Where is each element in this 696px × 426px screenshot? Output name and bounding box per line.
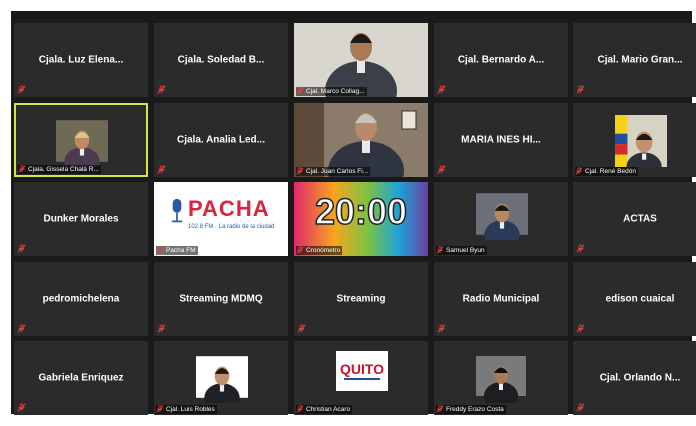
participant-name: Cjal. Juan Carlos Fi... <box>306 168 369 175</box>
muted-mic-icon <box>297 324 306 333</box>
muted-mic-icon <box>157 85 166 94</box>
participant-tile[interactable]: Radio Municipal <box>434 262 568 336</box>
webcam-video <box>294 23 428 97</box>
participant-tile[interactable]: Freddy Erazo Costa <box>434 341 568 415</box>
participant-name-label: Christian Acaro <box>296 405 353 414</box>
muted-mic-icon <box>437 85 446 94</box>
countdown-timer: 20:00 <box>314 190 408 233</box>
participant-tile[interactable]: Streaming <box>294 262 428 336</box>
muted-mic-icon <box>156 405 164 413</box>
muted-mic-icon <box>296 167 304 175</box>
webcam-video <box>294 103 428 177</box>
muted-mic-icon <box>17 324 26 333</box>
pacha-fm-logo: PACHA 102.8 FM · La radio de la ciudad <box>154 182 288 256</box>
participant-tile[interactable]: Cjala. Gissela Chalá R... <box>14 103 148 177</box>
muted-mic-icon <box>436 405 444 413</box>
pacha-brand: PACHA <box>188 196 270 221</box>
participant-tile[interactable]: Cjal. Luis Robles <box>154 341 288 415</box>
gallery-grid: Cjala. Luz Elena... Cjala. Soledad B... Cj… <box>11 11 696 415</box>
muted-mic-icon <box>18 165 26 173</box>
participant-name: Samuel Byun <box>446 247 485 254</box>
participant-photo <box>196 356 248 413</box>
participant-name-label: Freddy Erazo Costa <box>436 405 506 414</box>
quito-logo: QUITO <box>336 351 388 391</box>
participant-tile[interactable]: Gabriela Enriquez <box>14 341 148 415</box>
participant-name: Cjal. René Bedón <box>585 168 636 175</box>
participant-name: Christian Acaro <box>306 406 351 413</box>
participant-name-label: Cjal. René Bedón <box>575 167 638 176</box>
participant-name: Cjala. Soledad B... <box>177 54 265 66</box>
participant-name: Pacha FM <box>166 247 196 254</box>
participant-tile[interactable]: Cjala. Luz Elena... <box>14 23 148 97</box>
participant-name-label: Samuel Byun <box>436 246 487 255</box>
participant-name: Gabriela Enriquez <box>38 372 124 384</box>
participant-name: Cjal. Bernardo A... <box>457 54 545 66</box>
muted-mic-icon <box>17 85 26 94</box>
participant-name: Cjala. Analia Led... <box>177 134 265 146</box>
participant-photo <box>615 115 667 177</box>
muted-mic-icon <box>576 324 585 333</box>
participant-name-label: Pacha FM <box>156 246 198 255</box>
participant-name: Cjal. Mario Gran... <box>597 54 683 66</box>
participant-tile[interactable]: Cjal. Marco Collag... <box>294 23 428 97</box>
participant-name: Cjal. Orlando N... <box>599 372 681 384</box>
participant-name: Streaming MDMQ <box>179 293 263 305</box>
muted-mic-icon <box>296 405 304 413</box>
participant-name-label: Cjal. Marco Collag... <box>296 87 367 96</box>
muted-mic-icon <box>296 87 304 95</box>
participant-tile[interactable]: edison cuaical <box>573 262 696 336</box>
muted-mic-icon <box>156 246 164 254</box>
participant-name: edison cuaical <box>605 293 675 305</box>
participant-photo <box>476 193 528 250</box>
participant-name: Cjal. Marco Collag... <box>306 88 365 95</box>
participant-tile[interactable]: Cjal. René Bedón <box>573 103 696 177</box>
participant-tile[interactable]: Dunker Morales <box>14 182 148 256</box>
participant-photo <box>56 120 108 175</box>
participant-tile[interactable]: QUITO Christian Acaro <box>294 341 428 415</box>
participant-tile[interactable]: Cjala. Analia Led... <box>154 103 288 177</box>
participant-name-label: Cjala. Gissela Chalá R... <box>18 165 101 174</box>
participant-name-label: Cronómetro <box>296 246 343 255</box>
pacha-tagline: 102.8 FM · La radio de la ciudad <box>188 224 275 230</box>
participant-tile[interactable]: Cjal. Mario Gran... <box>573 23 696 97</box>
participant-name: Cjal. Luis Robles <box>166 406 215 413</box>
participant-tile[interactable]: Cjal. Bernardo A... <box>434 23 568 97</box>
muted-mic-icon <box>157 165 166 174</box>
muted-mic-icon <box>576 244 585 253</box>
muted-mic-icon <box>576 85 585 94</box>
participant-name: Cjala. Gissela Chalá R... <box>28 166 99 173</box>
participant-tile[interactable]: MARIA INES HI... <box>434 103 568 177</box>
microphone-icon <box>171 198 183 223</box>
participant-name: Freddy Erazo Costa <box>446 406 504 413</box>
participant-name: MARIA INES HI... <box>461 134 541 146</box>
participant-tile[interactable]: PACHA 102.8 FM · La radio de la ciudad Pac… <box>154 182 288 256</box>
participant-tile[interactable]: ACTAS <box>573 182 696 256</box>
participant-name-label: Cjal. Juan Carlos Fi... <box>296 167 371 176</box>
muted-mic-icon <box>576 403 585 412</box>
participant-photo <box>476 356 526 410</box>
muted-mic-icon <box>157 324 166 333</box>
muted-mic-icon <box>437 165 446 174</box>
participant-tile[interactable]: Cjal. Juan Carlos Fi... <box>294 103 428 177</box>
participant-name-label: Cjal. Luis Robles <box>156 405 217 414</box>
participant-name: Cjala. Luz Elena... <box>38 54 124 66</box>
participant-tile[interactable]: Cjala. Soledad B... <box>154 23 288 97</box>
participant-tile[interactable]: Samuel Byun <box>434 182 568 256</box>
participant-name: ACTAS <box>623 213 657 225</box>
muted-mic-icon <box>437 324 446 333</box>
muted-mic-icon <box>575 167 583 175</box>
participant-name: pedromichelena <box>42 293 120 305</box>
muted-mic-icon <box>17 244 26 253</box>
participant-name: Streaming <box>336 293 386 305</box>
participant-name: Dunker Morales <box>43 213 119 225</box>
participant-name: Cronómetro <box>306 247 341 254</box>
participant-tile[interactable]: Cjal. Orlando N... <box>573 341 696 415</box>
participant-name: Radio Municipal <box>462 293 540 305</box>
muted-mic-icon <box>296 246 304 254</box>
participant-tile[interactable]: Streaming MDMQ <box>154 262 288 336</box>
participant-tile[interactable]: pedromichelena <box>14 262 148 336</box>
muted-mic-icon <box>436 246 444 254</box>
muted-mic-icon <box>17 403 26 412</box>
participant-tile[interactable]: 20:00 Cronómetro <box>294 182 428 256</box>
